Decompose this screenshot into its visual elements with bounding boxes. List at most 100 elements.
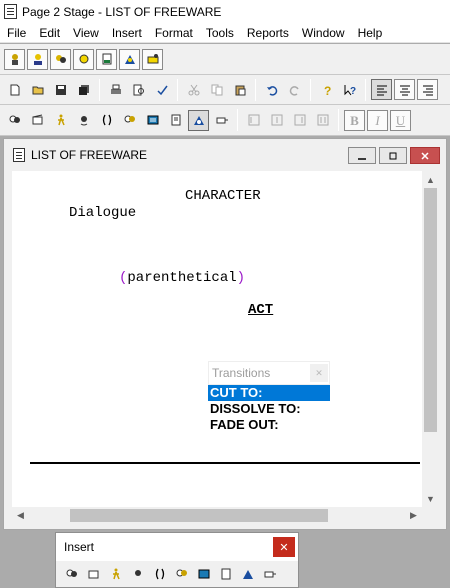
menu-edit[interactable]: Edit: [32, 26, 66, 40]
insert-scene-icon[interactable]: [238, 564, 258, 584]
transition-cut-to[interactable]: CUT TO:: [208, 385, 330, 401]
scroll-left-icon[interactable]: ◀: [12, 507, 29, 524]
document-icon: [13, 148, 25, 162]
insert-parenthetical-icon[interactable]: [73, 109, 94, 131]
bold-button[interactable]: B: [344, 109, 365, 131]
transitions-popup: Transitions ✕ CUT TO: DISSOLVE TO: FADE …: [208, 361, 330, 433]
print-icon[interactable]: [105, 79, 126, 100]
minimize-button[interactable]: [348, 147, 376, 164]
parenthetical-line[interactable]: (parenthetical): [119, 270, 245, 286]
column-1-icon[interactable]: [243, 109, 264, 131]
column-4-icon[interactable]: [312, 109, 333, 131]
insert-bracket-icon[interactable]: [150, 564, 170, 584]
menu-reports[interactable]: Reports: [240, 26, 295, 40]
menu-file[interactable]: File: [0, 26, 32, 40]
paren-close: ): [236, 270, 246, 286]
act-icon[interactable]: [119, 48, 140, 70]
menu-view[interactable]: View: [66, 26, 105, 40]
insert-palette-header[interactable]: Insert ✕: [56, 533, 298, 561]
insert-palette-buttons: [56, 561, 298, 587]
insert-character-icon[interactable]: [4, 109, 25, 131]
restore-button[interactable]: [379, 147, 407, 164]
element-toolbar: [0, 44, 450, 75]
insert-action-icon[interactable]: [50, 109, 71, 131]
align-left-icon[interactable]: [371, 79, 392, 100]
italic-button[interactable]: I: [367, 109, 388, 131]
parenthetical-icon[interactable]: [50, 48, 71, 70]
script-page[interactable]: CHARACTER Dialogue (parenthetical) ACT T…: [12, 171, 422, 507]
transition-fade-out[interactable]: FADE OUT:: [208, 417, 330, 433]
insert-bracket-icon[interactable]: [96, 109, 117, 131]
paste-icon[interactable]: [229, 79, 250, 100]
dialogue-icon[interactable]: [27, 48, 48, 70]
column-2-icon[interactable]: [266, 109, 287, 131]
insert-actor-icon[interactable]: [172, 564, 192, 584]
insert-note-icon[interactable]: [165, 109, 186, 131]
underline-button[interactable]: U: [390, 109, 411, 131]
menu-bar: File Edit View Insert Format Tools Repor…: [0, 23, 450, 43]
redo-icon[interactable]: [284, 79, 305, 100]
new-file-icon[interactable]: [4, 79, 25, 100]
column-3-icon[interactable]: [289, 109, 310, 131]
insert-character-icon[interactable]: [62, 564, 82, 584]
insert-transition-icon[interactable]: [260, 564, 280, 584]
menu-insert[interactable]: Insert: [105, 26, 148, 40]
spell-check-icon[interactable]: [151, 79, 172, 100]
window-controls: [345, 147, 440, 164]
scroll-down-icon[interactable]: ▼: [422, 490, 439, 507]
close-icon[interactable]: ✕: [310, 364, 328, 382]
character-line[interactable]: CHARACTER: [185, 188, 261, 204]
cut-icon[interactable]: [183, 79, 204, 100]
insert-transition-icon[interactable]: [211, 109, 232, 131]
insert-dialogue-icon[interactable]: [84, 564, 104, 584]
insert-actor-icon[interactable]: [119, 109, 140, 131]
character-icon[interactable]: [4, 48, 25, 70]
menu-window[interactable]: Window: [295, 26, 351, 40]
print-preview-icon[interactable]: [128, 79, 149, 100]
dialogue-line[interactable]: Dialogue: [69, 205, 136, 221]
scroll-right-icon[interactable]: ▶: [405, 507, 422, 524]
open-folder-icon[interactable]: [27, 79, 48, 100]
horizontal-scroll-thumb[interactable]: [70, 509, 328, 522]
document-window: LIST OF FREEWARE CHARACTER Dialogue (par…: [3, 138, 447, 530]
document-title-bar[interactable]: LIST OF FREEWARE: [4, 139, 446, 171]
vertical-scrollbar[interactable]: ▲ ▼: [422, 171, 439, 507]
undo-icon[interactable]: [261, 79, 282, 100]
context-help-icon[interactable]: ?: [339, 79, 360, 100]
toolbar-separator: [365, 78, 366, 101]
insert-palette-close-icon[interactable]: ✕: [273, 537, 295, 557]
page-margin: [12, 171, 30, 507]
transition-icon[interactable]: [96, 48, 117, 70]
insert-scene-icon[interactable]: [188, 109, 209, 131]
insert-text-icon[interactable]: [142, 109, 163, 131]
insert-action-icon[interactable]: [106, 564, 126, 584]
page-break-line: [30, 462, 420, 464]
vertical-scroll-thumb[interactable]: [424, 188, 437, 432]
toolbar-separator: [237, 109, 238, 131]
horizontal-scrollbar[interactable]: ◀ ▶: [12, 507, 422, 524]
insert-parenthetical-icon[interactable]: [128, 564, 148, 584]
menu-format[interactable]: Format: [148, 26, 199, 40]
align-center-icon[interactable]: [394, 79, 415, 100]
stage-direction-icon[interactable]: [142, 48, 163, 70]
menu-tools[interactable]: Tools: [199, 26, 240, 40]
toolbar-separator: [99, 78, 100, 101]
align-right-icon[interactable]: [417, 79, 438, 100]
scene-icon[interactable]: [73, 48, 94, 70]
size-grip[interactable]: [422, 507, 439, 524]
scroll-up-icon[interactable]: ▲: [422, 171, 439, 188]
insert-palette-title: Insert: [64, 540, 95, 554]
save-icon[interactable]: [50, 79, 71, 100]
close-button[interactable]: [410, 147, 440, 164]
act-heading[interactable]: ACT: [248, 302, 273, 318]
app-title: Page 2 Stage - LIST OF FREEWARE: [22, 4, 222, 19]
menu-help[interactable]: Help: [351, 26, 389, 40]
transition-dissolve-to[interactable]: DISSOLVE TO:: [208, 401, 330, 417]
insert-note-icon[interactable]: [216, 564, 236, 584]
save-all-icon[interactable]: [73, 79, 94, 100]
copy-icon[interactable]: [206, 79, 227, 100]
help-icon[interactable]: ?: [316, 79, 337, 100]
insert-dialogue-icon[interactable]: [27, 109, 48, 131]
insert-text-icon[interactable]: [194, 564, 214, 584]
toolbar-separator: [338, 109, 339, 131]
